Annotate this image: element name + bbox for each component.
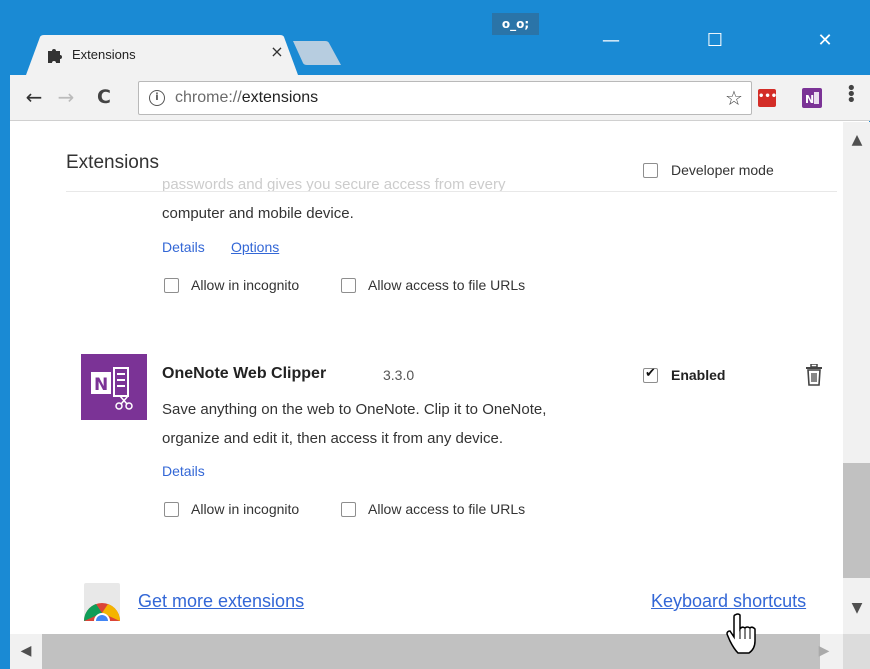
maximize-button[interactable]: ☐	[692, 23, 738, 59]
details-link[interactable]: Details	[162, 239, 205, 255]
forward-button[interactable]: →	[52, 83, 80, 111]
minimize-button[interactable]: —	[588, 23, 634, 59]
browser-window: Extensions × o_o; — ☐ ✕ ← → C i chrome:/…	[9, 0, 870, 669]
chrome-menu-icon[interactable]: • • •	[846, 80, 857, 110]
title-bar: Extensions × o_o; — ☐ ✕	[10, 1, 870, 75]
horizontal-scroll-thumb[interactable]	[42, 634, 820, 669]
enabled-checkbox[interactable]	[643, 366, 658, 383]
browser-toolbar: ← → C i chrome://extensions ☆ ••• N • • •	[10, 75, 870, 121]
scrollbar-corner	[843, 634, 870, 669]
onenote-extension-icon[interactable]: N	[802, 88, 822, 108]
info-icon[interactable]: i	[149, 90, 165, 106]
allow-file-urls-label: Allow access to file URLs	[368, 501, 526, 517]
enabled-label: Enabled	[671, 367, 726, 383]
extension-description-line1: Save anything on the web to OneNote. Cli…	[162, 401, 547, 418]
allow-incognito-checkbox[interactable]	[164, 502, 179, 517]
svg-text:N: N	[94, 375, 108, 395]
page-title: Extensions	[66, 152, 159, 173]
developer-mode-label: Developer mode	[671, 162, 774, 178]
address-bar[interactable]: i chrome://extensions ☆	[138, 81, 752, 115]
developer-mode-checkbox[interactable]	[643, 163, 658, 178]
keyboard-shortcuts-link[interactable]: Keyboard shortcuts	[651, 591, 806, 612]
extension-version: 3.3.0	[383, 367, 415, 383]
lastpass-extension-icon[interactable]: •••	[758, 89, 777, 107]
allow-incognito-label: Allow in incognito	[191, 277, 300, 293]
new-tab-button[interactable]	[293, 41, 341, 65]
chrome-web-store-icon	[83, 583, 121, 621]
details-link[interactable]: Details	[162, 463, 205, 479]
header-divider	[66, 191, 837, 192]
get-more-extensions-link[interactable]: Get more extensions	[138, 591, 304, 612]
scroll-right-arrow-icon[interactable]: ▶	[810, 643, 838, 659]
horizontal-scrollbar[interactable]: ◀ ▶	[10, 634, 843, 669]
reload-button[interactable]: C	[90, 83, 118, 111]
tab-extensions[interactable]: Extensions ×	[26, 35, 298, 75]
profile-badge[interactable]: o_o;	[492, 13, 539, 35]
vertical-scrollbar[interactable]: ▲ ▼	[843, 122, 870, 634]
options-link[interactable]: Options	[231, 239, 279, 255]
scroll-down-arrow-icon[interactable]: ▼	[843, 600, 870, 616]
tab-title: Extensions	[72, 47, 136, 62]
extension-description: computer and mobile device.	[162, 205, 354, 222]
scroll-up-arrow-icon[interactable]: ▲	[843, 132, 870, 148]
allow-incognito-label: Allow in incognito	[191, 501, 300, 517]
tab-close-icon[interactable]: ×	[266, 41, 288, 63]
onenote-icon: N	[81, 354, 147, 420]
trash-icon[interactable]	[805, 364, 823, 386]
puzzle-icon	[48, 49, 62, 63]
hand-cursor-icon	[726, 613, 756, 654]
scroll-left-arrow-icon[interactable]: ◀	[12, 643, 40, 659]
extension-name: OneNote Web Clipper	[162, 365, 327, 382]
close-window-button[interactable]: ✕	[802, 23, 848, 59]
extension-description-line2: organize and edit it, then access it fro…	[162, 430, 504, 447]
allow-file-urls-label: Allow access to file URLs	[368, 277, 526, 293]
url-text[interactable]: chrome://extensions	[175, 89, 318, 107]
svg-text:N: N	[805, 93, 814, 106]
allow-file-urls-checkbox[interactable]	[341, 278, 356, 293]
back-button[interactable]: ←	[20, 83, 48, 111]
extensions-page: passwords and gives you secure access fr…	[10, 122, 843, 634]
tab-shape	[26, 35, 298, 75]
vertical-scroll-thumb[interactable]	[843, 463, 870, 578]
allow-file-urls-checkbox[interactable]	[341, 502, 356, 517]
allow-incognito-checkbox[interactable]	[164, 278, 179, 293]
bookmark-star-icon[interactable]: ☆	[725, 86, 743, 110]
